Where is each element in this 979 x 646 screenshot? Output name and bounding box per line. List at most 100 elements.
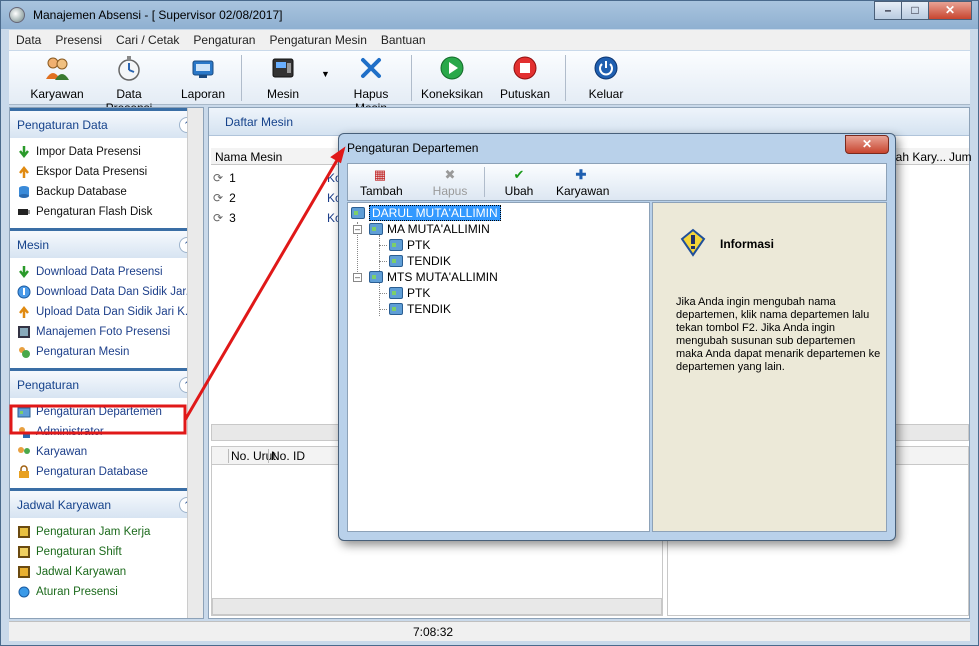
sidebar-item-ekspor[interactable]: Ekspor Data Presensi <box>10 162 203 182</box>
dialog-close-button[interactable]: ✕ <box>845 135 889 154</box>
breadcrumb: Daftar Mesin <box>209 108 969 136</box>
app-icon <box>9 7 25 23</box>
tree-node-ma[interactable]: MA MUTA'ALLIMIN <box>369 221 490 237</box>
tambah-button[interactable]: ▦ Tambah <box>360 167 403 198</box>
refresh-icon: ⟳ <box>213 171 224 185</box>
table-row[interactable]: ⟳ 1 Ko <box>213 168 342 188</box>
delete-x-icon <box>361 58 381 78</box>
menu-cari-cetak[interactable]: Cari / Cetak <box>109 33 186 47</box>
sidebar-item-jam-kerja[interactable]: Pengaturan Jam Kerja <box>10 522 203 542</box>
sidebar-scrollbar[interactable] <box>187 108 203 618</box>
shift-icon <box>18 546 30 558</box>
menu-bantuan[interactable]: Bantuan <box>374 33 433 47</box>
koneksikan-button[interactable]: Koneksikan <box>421 55 483 101</box>
sidebar-item-upload-sidik-jari[interactable]: Upload Data Dan Sidik Jari K... <box>10 302 203 322</box>
window-title: Manajemen Absensi - [ Supervisor 02/08/2… <box>33 8 283 22</box>
power-icon <box>594 56 618 80</box>
toolbar-separator <box>411 55 412 101</box>
sidebar-item-backup[interactable]: Backup Database <box>10 182 203 202</box>
tree-collapse-icon[interactable]: – <box>353 225 362 234</box>
tree-node-mts-tendik[interactable]: TENDIK <box>389 301 451 317</box>
maximize-button[interactable]: □ <box>901 1 929 20</box>
section-pengaturan[interactable]: Pengaturan ⌃ <box>10 368 203 398</box>
tree-node-ma-ptk[interactable]: PTK <box>389 237 430 253</box>
tree-node-mts-ptk[interactable]: PTK <box>389 285 430 301</box>
people-icon <box>46 57 69 80</box>
karyawan-dialog-button[interactable]: ✚ Karyawan <box>556 167 609 198</box>
arrow-down-icon <box>19 146 29 159</box>
database-icon <box>19 186 29 198</box>
toolbar-separator <box>484 167 485 197</box>
mesin-button[interactable]: Mesin <box>263 55 303 101</box>
info-text: Jika Anda ingin mengubah nama departemen… <box>676 296 881 373</box>
play-icon <box>440 56 464 80</box>
column-jumlah[interactable]: Jum <box>949 150 972 164</box>
column-jumlah-karyawan[interactable]: lah Kary... <box>893 150 946 164</box>
rule-circle-icon <box>18 586 30 598</box>
check-icon: ✔ <box>513 167 525 182</box>
laporan-button[interactable]: Laporan <box>179 55 227 101</box>
tree-collapse-icon[interactable]: – <box>353 273 362 282</box>
sidebar-item-foto-presensi[interactable]: Manajemen Foto Presensi <box>10 322 203 342</box>
tree-node-mts[interactable]: MTS MUTA'ALLIMIN <box>369 269 498 285</box>
table-row[interactable]: ⟳ 2 Ko <box>213 188 342 208</box>
hapus-mesin-button[interactable]: Hapus Mesin <box>339 55 403 115</box>
karyawan-button[interactable]: Karyawan <box>27 55 87 101</box>
sidebar-item-pengaturan-database[interactable]: Pengaturan Database <box>10 462 203 482</box>
arrow-up-icon <box>19 305 29 318</box>
menu-bar: Data Presensi Cari / Cetak Pengaturan Pe… <box>9 30 970 50</box>
sidebar-item-karyawan[interactable]: Karyawan <box>10 442 203 462</box>
close-button[interactable]: ✕ <box>928 1 972 20</box>
department-icon <box>351 207 365 219</box>
keluar-button[interactable]: Keluar <box>585 55 627 101</box>
hapus-button[interactable]: ✖ Hapus <box>430 167 470 198</box>
status-time: 7:08:32 <box>413 625 454 639</box>
putuskan-button[interactable]: Putuskan <box>499 55 551 101</box>
dialog-title: Pengaturan Departemen <box>347 141 479 155</box>
breadcrumb-label: Daftar Mesin <box>225 114 294 129</box>
download-circle-icon <box>17 285 31 299</box>
status-bar: 7:08:32 <box>9 621 970 641</box>
menu-pengaturan[interactable]: Pengaturan <box>186 33 262 47</box>
sidebar: Pengaturan Data ⌃ Impor Data Presensi Ek… <box>9 107 204 619</box>
dialog-toolbar: ▦ Tambah ✖ Hapus ✔ Ubah nama ✚ Karyawan <box>347 163 887 212</box>
sidebar-item-pengaturan-departemen[interactable]: Pengaturan Departemen <box>10 402 203 422</box>
sidebar-item-aturan-presensi[interactable]: Aturan Presensi <box>10 582 203 602</box>
sidebar-item-jadwal-karyawan[interactable]: Jadwal Karyawan <box>10 562 203 582</box>
arrow-up-icon <box>19 165 29 178</box>
minimize-button[interactable]: – <box>874 1 902 20</box>
data-presensi-button[interactable]: Data Presensi <box>93 55 165 115</box>
sidebar-item-download-presensi[interactable]: Download Data Presensi <box>10 262 203 282</box>
department-icon <box>389 303 403 315</box>
menu-pengaturan-mesin[interactable]: Pengaturan Mesin <box>262 33 373 47</box>
department-tree: DARUL MUTA'ALLIMIN – MA MUTA'ALLIMIN PTK… <box>347 202 650 532</box>
mesin-dropdown-icon[interactable]: ▼ <box>321 69 330 79</box>
info-bulb-icon <box>680 228 706 257</box>
lower-horizontal-scrollbar[interactable] <box>212 598 662 615</box>
department-icon <box>17 407 31 418</box>
refresh-icon: ⟳ <box>213 191 224 205</box>
sidebar-item-administrator[interactable]: Administrator <box>10 422 203 442</box>
menu-data[interactable]: Data <box>9 33 48 47</box>
settings-people-icon <box>19 347 30 358</box>
table-row[interactable]: ⟳ 3 Ko <box>213 208 342 228</box>
column-no-id[interactable]: No. ID <box>268 449 305 463</box>
section-jadwal-karyawan[interactable]: Jadwal Karyawan ⌃ <box>10 488 203 518</box>
tree-node-ma-tendik[interactable]: TENDIK <box>389 253 451 269</box>
department-icon <box>389 287 403 299</box>
section-pengaturan-data[interactable]: Pengaturan Data ⌃ <box>10 108 203 138</box>
tree-node-root[interactable]: DARUL MUTA'ALLIMIN <box>351 205 501 221</box>
sidebar-item-download-sidik-jari[interactable]: Download Data Dan Sidik Jar... <box>10 282 203 302</box>
machine-icon <box>272 58 294 78</box>
report-icon <box>192 60 214 78</box>
menu-presensi[interactable]: Presensi <box>48 33 109 47</box>
section-mesin[interactable]: Mesin ⌃ <box>10 228 203 258</box>
sidebar-item-flash-disk[interactable]: Pengaturan Flash Disk <box>10 202 203 222</box>
toolbar-separator <box>565 55 566 101</box>
sidebar-item-shift[interactable]: Pengaturan Shift <box>10 542 203 562</box>
sidebar-item-impor[interactable]: Impor Data Presensi <box>10 142 203 162</box>
add-department-icon: ▦ <box>373 167 387 182</box>
column-nama-mesin[interactable]: Nama Mesin <box>215 150 282 164</box>
sidebar-item-pengaturan-mesin[interactable]: Pengaturan Mesin <box>10 342 203 362</box>
department-icon <box>389 255 403 267</box>
